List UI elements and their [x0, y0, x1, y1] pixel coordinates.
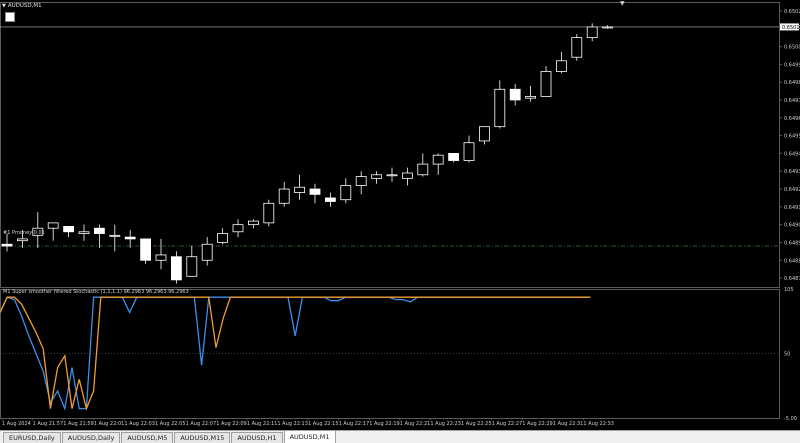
time-axis-label: 1 Aug 22:13	[277, 421, 308, 427]
time-axis-label: 1 Aug 22:29	[522, 421, 553, 427]
candle-bull	[294, 186, 306, 193]
price-axis-label: 0.64885	[784, 258, 800, 264]
price-axis-label: 0.64945	[784, 151, 800, 157]
candle-bull	[463, 142, 475, 161]
candle-bull	[278, 188, 290, 204]
pivot-level-label: #1 Pmoney 0.01	[3, 230, 45, 236]
candle-bull	[494, 88, 506, 128]
stoch-main-line	[0, 296, 591, 411]
chart-window-title: ▼ AUDUSD,M1	[2, 3, 42, 9]
candle-bear	[140, 238, 152, 261]
price-axis-label: 0.65025	[784, 9, 800, 15]
candle-bear	[448, 153, 460, 161]
time-axis-label: 1 Aug 22:03	[124, 421, 155, 427]
candle-bull	[401, 172, 413, 179]
price-axis-label: 0.65005	[784, 45, 800, 51]
candle-bull	[232, 224, 244, 233]
time-axis-label: 1 Aug 22:11	[247, 421, 278, 427]
time-axis-label: 1 Aug 22:17	[339, 421, 370, 427]
time-axis-label: 1 Aug 22:05	[155, 421, 186, 427]
candle-bear	[1, 243, 13, 247]
candle-bull	[47, 222, 59, 229]
time-axis-label: 1 Aug 21:59	[63, 421, 94, 427]
candle-bull	[571, 37, 583, 58]
candle-bear	[63, 226, 74, 233]
chart-tab[interactable]: AUDUSD,M1	[283, 430, 336, 443]
candle-bull	[478, 126, 490, 142]
stoch-signal-line	[0, 296, 591, 411]
price-axis-label: 0.64905	[784, 223, 800, 229]
time-axis-label: 1 Aug 22:09	[216, 421, 247, 427]
chart-tab[interactable]: AUDUSD,Daily	[61, 432, 121, 443]
candle-bull	[155, 254, 167, 261]
indicator-axis-label: 50	[784, 352, 790, 358]
time-axis-label: 1 Aug 22:07	[186, 421, 217, 427]
dropdown-arrow-icon[interactable]: ▼	[2, 3, 6, 9]
candle-bull	[540, 71, 552, 97]
time-axis-label: 1 Aug 22:31	[553, 421, 584, 427]
price-axis-label: 0.64895	[784, 240, 800, 246]
candle-bull	[386, 174, 398, 177]
time-axis-label: 1 Aug 22:23	[430, 421, 461, 427]
collapse-arrow-icon[interactable]: ▼	[620, 0, 625, 7]
time-axis-label: 1 Aug 22:27	[492, 421, 523, 427]
price-axis-label: 0.64935	[784, 169, 800, 175]
candle-bull	[201, 243, 213, 261]
chart-tab[interactable]: AUDUSD,H1	[231, 432, 283, 443]
price-axis-label: 0.64995	[784, 62, 800, 68]
candle-bull	[263, 202, 275, 224]
candle-bull	[602, 26, 613, 29]
chart-tab[interactable]: AUDUSD,M5	[121, 432, 174, 443]
candle-bull	[556, 60, 567, 72]
indicator-axis-label: 105	[784, 287, 794, 293]
indicator-title: M1 Super smoother filtered Stochastic (1…	[3, 289, 189, 295]
time-axis-label: 1 Aug 22:25	[461, 421, 492, 427]
symbol-label: AUDUSD,M1	[7, 3, 42, 9]
candle-bull	[586, 26, 598, 39]
candle-bull	[109, 234, 121, 237]
candle-bull	[355, 176, 367, 186]
candle-bull	[371, 174, 383, 179]
chart-window[interactable]: 0.65025 0.65016 0.65005 0.64995 0.64985 0.649…	[0, 0, 800, 430]
chart-tab[interactable]: AUDUSD,M15	[174, 432, 231, 443]
indicator-frame	[0, 289, 780, 419]
candle-bull	[78, 231, 90, 234]
candle-bull	[525, 96, 536, 99]
price-axis-label: 0.64965	[784, 116, 800, 122]
candle-bear	[309, 188, 321, 195]
current-price-label: 0.65016	[782, 25, 800, 31]
candle-bull	[217, 233, 229, 243]
candle-bull	[186, 256, 198, 277]
chart-canvas[interactable]: 0.65025 0.65016 0.65005 0.64995 0.64985 0.649…	[0, 0, 800, 430]
candle-bear	[509, 88, 521, 101]
candle-bear	[170, 256, 182, 281]
candle-bull	[16, 238, 28, 242]
candle-bull	[340, 185, 352, 201]
candle-bull	[417, 163, 429, 176]
time-axis-label: 1 Aug 22:15	[308, 421, 339, 427]
price-axis-label: 0.64985	[784, 80, 800, 86]
price-axis-label: 0.64975	[784, 98, 800, 104]
price-axis-label: 0.64915	[784, 205, 800, 211]
candles-group	[1, 23, 613, 284]
price-axis-label: 0.64875	[784, 276, 800, 282]
chart-tab[interactable]: EURUSD,Daily	[3, 432, 61, 443]
main-chart-frame	[0, 2, 780, 288]
candle-bull	[247, 220, 259, 226]
candle-bear	[324, 197, 336, 202]
indicator-axis-label: -5.00	[784, 416, 797, 422]
candle-bull	[432, 154, 444, 165]
time-axis-label: 1 Aug 2024	[2, 421, 31, 427]
time-axis-label: 1 Aug 21:57	[33, 421, 64, 427]
one-click-trading-toggle[interactable]	[5, 12, 15, 22]
price-axis-label: 0.64925	[784, 187, 800, 193]
time-axis-label: 1 Aug 22:19	[369, 421, 400, 427]
candle-bear	[124, 236, 136, 240]
price-axis-label: 0.64955	[784, 134, 800, 140]
time-axis-label: 1 Aug 22:01	[94, 421, 125, 427]
chart-tab-bar: EURUSD,Daily AUDUSD,Daily AUDUSD,M5 AUDUSD,…	[0, 430, 800, 443]
time-axis-label: 1 Aug 22:33	[583, 421, 614, 427]
candle-bear	[94, 227, 105, 234]
time-axis-label: 1 Aug 22:21	[400, 421, 431, 427]
